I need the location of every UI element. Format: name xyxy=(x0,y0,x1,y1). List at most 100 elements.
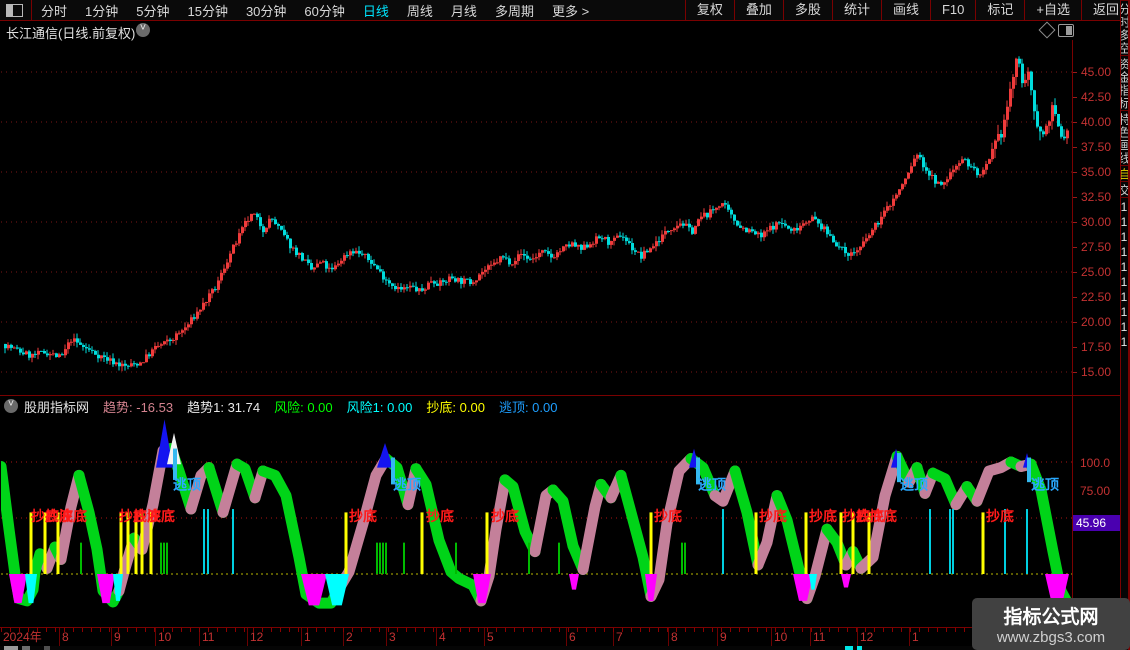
month-label: 1 xyxy=(304,630,311,644)
trading-app: 分时 1分钟 5分钟 15分钟 30分钟 60分钟 日线 周线 月线 多周期 更多 > 复权 叠加 多股… xyxy=(0,0,1130,650)
toolbar-button-统计[interactable]: 统计 xyxy=(831,0,881,20)
indicator-header: ˅ 股朋指标网 趋势: -16.53 趋势1: 31.74 风险: 0.00 风险1:… xyxy=(0,397,1070,415)
month-label: 2024年 xyxy=(3,630,42,644)
toolbar-actions: 复权 叠加 多股 统计 画线 F10 标记 +自选 返回 xyxy=(684,0,1130,20)
svg-text:逃顶: 逃顶 xyxy=(900,476,928,492)
last-value-badge: 45.96 xyxy=(1073,514,1123,531)
period-tab-周线[interactable]: 周线 xyxy=(398,1,442,20)
price-tick-label: 20.00 xyxy=(1081,315,1112,329)
month-label: 1 xyxy=(912,630,919,644)
month-label: 9 xyxy=(114,630,121,644)
indicator-source: 股朋指标网 xyxy=(24,399,90,415)
month-label: 3 xyxy=(389,630,396,644)
toolbar-button-F10[interactable]: F10 xyxy=(929,0,975,20)
month-label: 11 xyxy=(202,630,215,644)
price-tick-label: 17.50 xyxy=(1081,340,1112,354)
indicator-tick-100: 100.0 xyxy=(1080,456,1111,470)
month-label: 4 xyxy=(439,630,446,644)
period-tab-1分钟[interactable]: 1分钟 xyxy=(76,1,127,20)
period-tab-60分钟[interactable]: 60分钟 xyxy=(295,1,353,20)
period-tab-15分钟[interactable]: 15分钟 xyxy=(178,1,236,20)
toolbar-button-+自选[interactable]: +自选 xyxy=(1024,0,1081,20)
month-label: 11 xyxy=(813,630,826,644)
svg-text:抄底: 抄底 xyxy=(809,508,837,524)
svg-text:波底: 波底 xyxy=(59,508,87,524)
period-tab-日线[interactable]: 日线 xyxy=(354,1,398,20)
month-label: 12 xyxy=(250,630,264,644)
clipped-text xyxy=(22,646,30,650)
svg-text:抄底: 抄底 xyxy=(491,508,519,524)
price-tick-label: 30.00 xyxy=(1081,215,1112,229)
toolbar-button-叠加[interactable]: 叠加 xyxy=(733,0,783,20)
price-tick-label: 37.50 xyxy=(1081,140,1112,154)
period-tab-多周期[interactable]: 多周期 xyxy=(486,1,543,20)
indicator-value: 趋势: -16.53 xyxy=(103,399,174,415)
title-row: 长江通信(日线.前复权) ˅ xyxy=(0,21,1120,41)
month-label: 7 xyxy=(616,630,623,644)
period-tab-月线[interactable]: 月线 xyxy=(442,1,486,20)
watermark: 指标公式网 www.zbgs3.com xyxy=(972,598,1130,650)
svg-text:逃顶: 逃顶 xyxy=(698,476,726,492)
time-axis-ticks xyxy=(1,628,1071,632)
period-tab-5分钟[interactable]: 5分钟 xyxy=(127,1,178,20)
period-tab-更多 >[interactable]: 更多 > xyxy=(543,1,598,20)
indicator-value: 逃顶: 0.00 xyxy=(498,399,558,415)
price-tick-label: 45.00 xyxy=(1081,65,1112,79)
svg-text:抄底: 抄底 xyxy=(869,508,897,524)
window-split-icon[interactable] xyxy=(6,3,23,17)
indicator-value: 风险1: 0.00 xyxy=(346,399,413,415)
svg-text:逃顶: 逃顶 xyxy=(1031,476,1059,492)
svg-text:抄底: 抄底 xyxy=(426,508,454,524)
svg-text:逃顶: 逃顶 xyxy=(173,476,201,492)
pane-layout-icon[interactable] xyxy=(1058,24,1074,37)
svg-text:抄底: 抄底 xyxy=(759,508,787,524)
clipped-mark xyxy=(857,646,862,650)
price-tick-label: 22.50 xyxy=(1081,290,1112,304)
indicator-pane[interactable]: 抄底抄底波底 抄底抄底波底 抄底 抄底 抄底 抄底 抄底 抄底 抄底抄底抄底 抄底逃顶 逃顶 逃顶 逃顶… xyxy=(1,415,1072,627)
chevron-down-icon[interactable]: ˅ xyxy=(136,23,150,37)
month-label: 12 xyxy=(860,630,874,644)
month-label: 8 xyxy=(671,630,678,644)
price-tick-label: 42.50 xyxy=(1081,90,1112,104)
diamond-icon[interactable] xyxy=(1038,21,1056,39)
top-toolbar: 分时 1分钟 5分钟 15分钟 30分钟 60分钟 日线 周线 月线 多周期 更多 > 复权 叠加 多股… xyxy=(0,0,1130,21)
svg-text:抄底: 抄底 xyxy=(654,508,682,524)
month-label: 9 xyxy=(720,630,727,644)
month-label: 2 xyxy=(346,630,353,644)
svg-text:抄底: 抄底 xyxy=(986,508,1014,524)
svg-text:抄底: 抄底 xyxy=(349,508,377,524)
clipped-bottom-pane xyxy=(0,646,1071,650)
watermark-url: www.zbgs3.com xyxy=(996,629,1106,646)
month-label: 5 xyxy=(487,630,494,644)
clipped-mark xyxy=(845,646,853,650)
price-tick-label: 27.50 xyxy=(1081,240,1112,254)
period-tab-30分钟[interactable]: 30分钟 xyxy=(237,1,295,20)
period-tab-分时[interactable]: 分时 xyxy=(32,1,76,20)
price-axis: 45.00 42.50 40.00 37.50 35.00 32.50 30.00 27.50… xyxy=(1072,40,1121,627)
month-label: 10 xyxy=(774,630,788,644)
candlestick-chart[interactable] xyxy=(1,40,1072,396)
period-tabs: 分时 1分钟 5分钟 15分钟 30分钟 60分钟 日线 周线 月线 多周期 更多 > xyxy=(0,0,598,20)
price-tick-label: 25.00 xyxy=(1081,265,1112,279)
svg-text:波底: 波底 xyxy=(147,508,175,524)
month-label: 6 xyxy=(569,630,576,644)
indicator-value: 抄底: 0.00 xyxy=(426,399,485,415)
watermark-title: 指标公式网 xyxy=(1003,607,1099,628)
indicator-collapse-icon[interactable]: ˅ xyxy=(4,399,18,413)
month-label: 10 xyxy=(158,630,172,644)
indicator-value: 风险: 0.00 xyxy=(274,399,333,415)
price-tick-label: 15.00 xyxy=(1081,365,1112,379)
toolbar-button-多股[interactable]: 多股 xyxy=(782,0,832,20)
svg-text:逃顶: 逃顶 xyxy=(393,476,421,492)
price-tick-label: 35.00 xyxy=(1081,165,1112,179)
indicator-tick-75: 75.00 xyxy=(1080,484,1111,498)
toolbar-button-标记[interactable]: 标记 xyxy=(975,0,1024,20)
price-tick-label: 32.50 xyxy=(1081,190,1112,204)
indicator-value: 趋势1: 31.74 xyxy=(187,399,261,415)
clipped-text xyxy=(44,646,50,650)
clipped-text xyxy=(4,646,18,650)
toolbar-button-复权[interactable]: 复权 xyxy=(684,0,734,20)
price-tick-label: 40.00 xyxy=(1081,115,1112,129)
month-label: 8 xyxy=(62,630,69,644)
toolbar-button-画线[interactable]: 画线 xyxy=(880,0,930,20)
